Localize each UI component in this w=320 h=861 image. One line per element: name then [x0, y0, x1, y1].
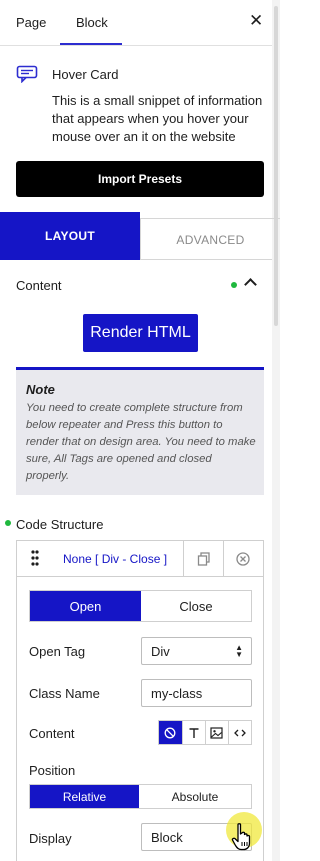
tab-page[interactable]: Page	[16, 15, 46, 30]
open-tag-select[interactable]: Div ▲ ▼	[141, 637, 252, 665]
hand-pointer-icon	[231, 823, 251, 851]
panel-tabs: Page Block ✕	[0, 0, 272, 46]
display-value: Block	[151, 830, 183, 845]
code-structure-label: Code Structure	[16, 517, 104, 532]
class-name-input[interactable]: my-class	[141, 679, 252, 707]
note-text: You need to create complete structure fr…	[26, 402, 256, 482]
display-label: Display	[29, 831, 72, 846]
divider	[183, 541, 184, 577]
position-toggle: Relative Absolute	[29, 784, 252, 809]
import-presets-button[interactable]: Import Presets	[16, 161, 264, 197]
tab-advanced[interactable]: ADVANCED	[140, 218, 280, 260]
block-title: Hover Card	[52, 67, 119, 82]
drag-handle-icon[interactable]	[31, 549, 39, 567]
position-label: Position	[29, 763, 76, 778]
text-icon[interactable]	[181, 721, 205, 744]
scrollbar-thumb[interactable]	[274, 6, 278, 326]
code-icon[interactable]	[227, 721, 251, 744]
content-section-title[interactable]: Content	[16, 278, 62, 293]
image-icon[interactable]	[204, 721, 228, 744]
close-icon[interactable]: ✕	[249, 11, 263, 31]
repeater-item-title[interactable]: None [ Div - Close ]	[63, 552, 167, 566]
tab-layout[interactable]: LAYOUT	[0, 212, 140, 260]
open-tag-value: Div	[151, 644, 170, 659]
open-tag-label: Open Tag	[29, 644, 86, 659]
status-dot	[231, 282, 237, 288]
block-description: This is a small snippet of information t…	[52, 93, 263, 144]
content-label: Content	[29, 726, 75, 741]
settings-tabs: LAYOUT ADVANCED	[0, 212, 280, 260]
position-relative[interactable]: Relative	[30, 785, 139, 808]
select-arrows-icon: ▲ ▼	[235, 643, 243, 659]
remove-icon[interactable]	[236, 552, 250, 566]
mode-close[interactable]: Close	[141, 591, 251, 621]
chevron-up-icon[interactable]	[244, 278, 257, 291]
render-html-button[interactable]: Render HTML	[83, 314, 198, 352]
status-dot	[5, 520, 11, 526]
open-close-toggle: Open Close	[29, 590, 252, 622]
repeater-item-header[interactable]: None [ Div - Close ]	[17, 541, 263, 577]
divider	[223, 541, 224, 577]
note-box: Note You need to create complete structu…	[16, 367, 264, 495]
duplicate-icon[interactable]	[197, 552, 211, 566]
none-icon[interactable]	[159, 721, 182, 744]
active-tab-indicator	[60, 43, 122, 45]
tab-block[interactable]: Block	[76, 15, 108, 30]
position-absolute[interactable]: Absolute	[139, 785, 251, 808]
note-title: Note	[26, 382, 55, 397]
content-type-toggle	[158, 720, 252, 745]
class-name-label: Class Name	[29, 686, 100, 701]
message-icon	[16, 65, 38, 83]
mode-open[interactable]: Open	[30, 591, 141, 621]
